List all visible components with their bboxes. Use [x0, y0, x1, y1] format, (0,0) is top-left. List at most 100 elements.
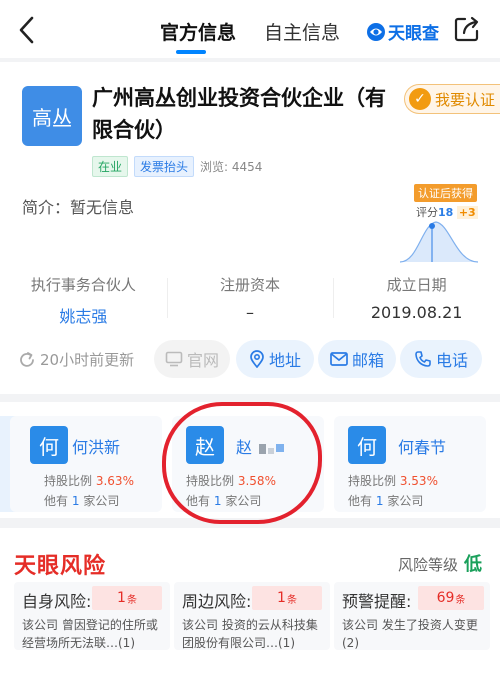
company-name: 广州高丛创业投资合伙企业（有限合伙）: [92, 86, 386, 142]
stat-capital: 注册资本 –: [166, 272, 334, 330]
certify-button[interactable]: ✓ 我要认证: [404, 84, 500, 114]
stat-label: 注册资本: [220, 276, 281, 294]
invoice-title-tag[interactable]: 发票抬头: [134, 156, 195, 177]
score-banner: 认证后获得: [414, 184, 477, 202]
count-value: 1: [375, 494, 384, 508]
risk-unit: 条: [126, 594, 137, 606]
risk-level[interactable]: 风险等级低: [398, 550, 482, 576]
ratio-value: 3.53%: [399, 474, 438, 488]
risk-level-label: 风险等级: [398, 556, 459, 574]
ratio-value: 3.63%: [95, 474, 134, 488]
key-stats: 执行事务合伙人 姚志强 注册资本 – 成立日期 2019.08.21: [0, 272, 500, 330]
count-suffix: 家公司: [387, 494, 424, 508]
website-label: 官网: [186, 351, 219, 370]
shareholder-name[interactable]: 何春节: [398, 434, 446, 458]
ratio-label: 持股比例: [186, 474, 235, 488]
stat-label: 成立日期: [386, 276, 447, 294]
check-badge-icon: ✓: [409, 88, 431, 110]
risk-count: 1: [117, 590, 126, 606]
count-value: 1: [71, 494, 80, 508]
risk-item-warning[interactable]: 预警提醒: 69 条 该公司 发生了投资人变更(2): [334, 582, 490, 650]
stat-label: 执行事务合伙人: [30, 276, 136, 294]
risk-count-badge: 1条: [92, 586, 162, 610]
count-prefix: 他有: [44, 494, 69, 508]
shareholder-name: 赵: [236, 438, 253, 457]
risk-item-self[interactable]: 自身风险: 1条 该公司 曾因登记的住所或经营场所无法联…(1): [14, 582, 170, 650]
phone-icon: [415, 351, 431, 367]
website-button[interactable]: 官网: [154, 340, 230, 378]
shareholder-ratio: 持股比例 3.63%: [44, 472, 134, 489]
ratio-value: 3.58%: [237, 474, 276, 488]
stat-value: –: [246, 303, 254, 322]
shareholders-card: 股东 22 何 何洪新 持股比例 3.63% 他有 1 家公司 赵 赵 持股比例…: [0, 402, 500, 518]
risk-unit: 条: [455, 594, 466, 606]
risk-card: 天眼风险 风险等级低 自身风险: 1条 该公司 曾因登记的住所或经营场所无法联……: [0, 528, 500, 676]
risk-level-value: 低: [464, 554, 483, 575]
update-time: 20小时前更新: [40, 351, 135, 369]
shareholder-company-count: 他有 1 家公司: [186, 492, 261, 509]
risk-count: 1: [277, 590, 286, 606]
score-curve-icon: [399, 221, 479, 263]
count-suffix: 家公司: [83, 494, 120, 508]
shareholder-company-count: 他有 1 家公司: [348, 492, 423, 509]
shareholder-ratio: 持股比例 3.58%: [186, 472, 276, 489]
refresh-icon: [20, 351, 34, 367]
company-tags: 在业 发票抬头 浏览: 4454: [92, 156, 262, 177]
avatar: 赵: [186, 426, 224, 464]
count-prefix: 他有: [186, 494, 211, 508]
risk-unit: 条: [286, 594, 297, 606]
update-refresh[interactable]: 20小时前更新: [18, 349, 134, 370]
chevron-left-icon[interactable]: [14, 14, 42, 46]
shareholder-name-wrap[interactable]: 赵: [236, 434, 287, 458]
certify-label: 我要认证: [435, 90, 496, 109]
top-nav: 官方信息 自主信息 天眼查: [0, 0, 500, 58]
avatar: 何: [30, 426, 68, 464]
count-suffix: 家公司: [225, 494, 262, 508]
risk-count: 69: [436, 590, 455, 606]
mail-icon: [330, 352, 348, 366]
brand-logo: 天眼查: [366, 19, 439, 44]
location-icon: [250, 350, 264, 368]
shareholder-name[interactable]: 何洪新: [72, 434, 120, 458]
address-label: 地址: [268, 351, 301, 370]
risk-logo: 天眼风险: [14, 554, 107, 579]
share-icon[interactable]: [452, 14, 482, 44]
company-logo: 高丛: [22, 86, 82, 146]
ratio-label: 持股比例: [348, 474, 397, 488]
email-label: 邮箱: [351, 351, 384, 370]
shareholder-card[interactable]: 何 何洪新 持股比例 3.63% 他有 1 家公司: [10, 416, 162, 512]
tab-official-info[interactable]: 官方信息: [160, 18, 236, 45]
risk-title: 自身风险:: [22, 592, 92, 611]
contact-actions: 20小时前更新 官网 地址 邮箱 电话: [0, 340, 500, 380]
stat-partner: 执行事务合伙人 姚志强: [0, 272, 167, 330]
shareholder-ratio: 持股比例 3.53%: [348, 472, 438, 489]
ratio-label: 持股比例: [44, 474, 93, 488]
phone-button[interactable]: 电话: [400, 340, 482, 378]
company-intro: 简介：暂无信息: [22, 198, 135, 217]
score-widget[interactable]: 认证后获得 评分18 +3: [398, 184, 480, 264]
stat-value: 2019.08.21: [370, 303, 463, 322]
address-button[interactable]: 地址: [236, 340, 314, 378]
shareholder-card[interactable]: 何 何春节 持股比例 3.53% 他有 1 家公司: [334, 416, 486, 512]
risk-desc: 该公司 发生了投资人变更(2): [342, 618, 478, 650]
partner-link[interactable]: 姚志强: [0, 303, 167, 327]
email-button[interactable]: 邮箱: [318, 340, 396, 378]
risk-item-peripheral[interactable]: 周边风险: 1条 该公司 投资的云从科技集团股份有限公司…(1): [174, 582, 330, 650]
tab-self-info[interactable]: 自主信息: [264, 18, 340, 45]
risk-title: 周边风险:: [182, 592, 252, 611]
risk-desc: 该公司 曾因登记的住所或经营场所无法联…(1): [22, 618, 158, 650]
company-header-card: 高丛 广州高丛创业投资合伙企业（有限合伙） ✓ 我要认证 在业 发票抬头 浏览:…: [0, 62, 500, 394]
monitor-icon: [165, 351, 183, 367]
shareholder-card[interactable]: 赵 赵 持股比例 3.58% 他有 1 家公司: [172, 416, 324, 512]
risk-title: 预警提醒:: [342, 592, 412, 611]
avatar: 何: [348, 426, 386, 464]
risk-count-badge: 69 条: [418, 586, 484, 610]
count-value: 1: [213, 494, 222, 508]
view-count: 浏览: 4454: [200, 160, 263, 174]
brand-name: 天眼查: [388, 24, 439, 44]
shareholder-company-count: 他有 1 家公司: [44, 492, 119, 509]
active-tab-indicator: [176, 50, 206, 54]
risk-count-badge: 1条: [252, 586, 322, 610]
redacted-name-mosaic: [259, 443, 285, 454]
stat-founded: 成立日期 2019.08.21: [333, 272, 500, 330]
